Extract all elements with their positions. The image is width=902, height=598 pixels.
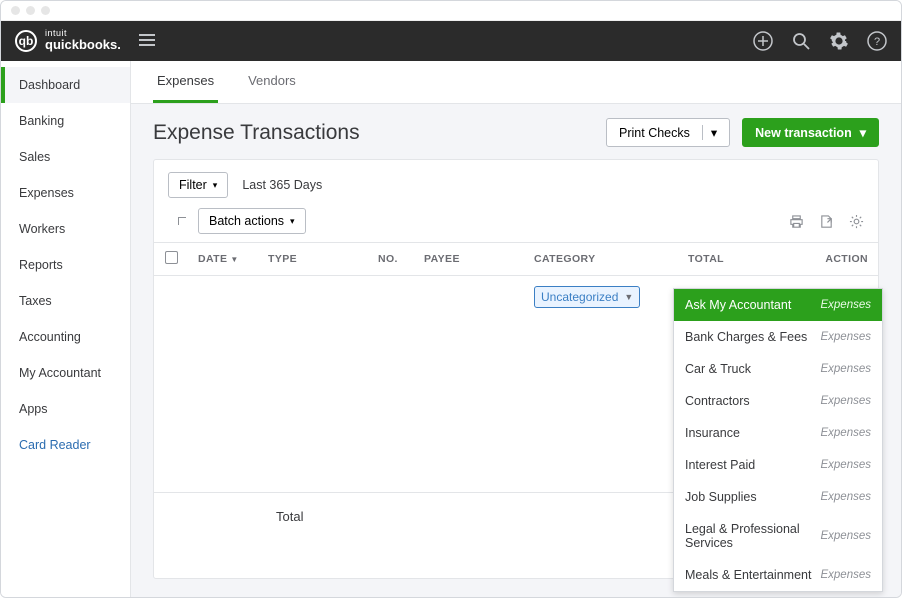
traffic-light-min[interactable] bbox=[26, 6, 35, 15]
tab-expenses[interactable]: Expenses bbox=[153, 61, 218, 103]
settings-icon[interactable] bbox=[848, 213, 864, 229]
category-dropdown: Ask My AccountantExpenses Bank Charges &… bbox=[673, 288, 883, 592]
traffic-light-max[interactable] bbox=[41, 6, 50, 15]
col-category[interactable]: CATEGORY bbox=[524, 243, 674, 276]
category-select[interactable]: Uncategorized ▼ bbox=[534, 286, 640, 308]
export-icon[interactable] bbox=[818, 213, 834, 229]
tab-vendors[interactable]: Vendors bbox=[244, 61, 300, 103]
dropdown-item-insurance[interactable]: InsuranceExpenses bbox=[674, 417, 882, 449]
window-titlebar bbox=[1, 1, 901, 21]
chevron-down-icon: ▾ bbox=[860, 125, 866, 140]
logo-icon: qb bbox=[15, 30, 37, 52]
col-total[interactable]: TOTAL bbox=[674, 243, 734, 276]
help-icon[interactable]: ? bbox=[867, 31, 887, 51]
sidebar-item-card-reader[interactable]: Card Reader bbox=[1, 427, 130, 463]
dropdown-item-meals-entertainment[interactable]: Meals & EntertainmentExpenses bbox=[674, 559, 882, 591]
print-checks-button[interactable]: Print Checks ▾ bbox=[606, 118, 730, 147]
hamburger-icon[interactable] bbox=[139, 34, 155, 49]
dropdown-item-bank-charges[interactable]: Bank Charges & FeesExpenses bbox=[674, 321, 882, 353]
sidebar-item-my-accountant[interactable]: My Accountant bbox=[1, 355, 130, 391]
page-title: Expense Transactions bbox=[153, 121, 360, 145]
traffic-light-close[interactable] bbox=[11, 6, 20, 15]
print-icon[interactable] bbox=[788, 213, 804, 229]
sort-desc-icon: ▼ bbox=[230, 255, 238, 264]
select-corner-marker bbox=[178, 217, 186, 225]
sidebar-item-banking[interactable]: Banking bbox=[1, 103, 130, 139]
app-window: qb intuit quickbooks. ? Dashboard Ba bbox=[0, 0, 902, 598]
sidebar: Dashboard Banking Sales Expenses Workers… bbox=[1, 61, 131, 597]
dropdown-item-ask-my-accountant[interactable]: Ask My AccountantExpenses bbox=[674, 289, 882, 321]
filter-button[interactable]: Filter▾ bbox=[168, 172, 228, 198]
svg-text:?: ? bbox=[874, 36, 880, 48]
col-action: ACTION bbox=[734, 243, 878, 276]
col-no[interactable]: NO. bbox=[368, 243, 414, 276]
sidebar-item-workers[interactable]: Workers bbox=[1, 211, 130, 247]
dropdown-item-legal-professional[interactable]: Legal & Professional ServicesExpenses bbox=[674, 513, 882, 559]
main-content: Expenses Vendors Expense Transactions Pr… bbox=[131, 61, 901, 597]
col-type[interactable]: TYPE bbox=[258, 243, 368, 276]
dropdown-item-job-supplies[interactable]: Job SuppliesExpenses bbox=[674, 481, 882, 513]
sidebar-item-expenses[interactable]: Expenses bbox=[1, 175, 130, 211]
top-navbar: qb intuit quickbooks. ? bbox=[1, 21, 901, 61]
add-icon[interactable] bbox=[753, 31, 773, 51]
chevron-down-icon[interactable]: ▾ bbox=[702, 125, 717, 140]
dropdown-item-car-truck[interactable]: Car & TruckExpenses bbox=[674, 353, 882, 385]
col-date[interactable]: DATE▼ bbox=[188, 243, 258, 276]
sidebar-item-sales[interactable]: Sales bbox=[1, 139, 130, 175]
filter-range-label: Last 365 Days bbox=[242, 178, 322, 192]
new-transaction-button[interactable]: New transaction ▾ bbox=[742, 118, 879, 147]
dropdown-item-contractors[interactable]: ContractorsExpenses bbox=[674, 385, 882, 417]
sidebar-item-accounting[interactable]: Accounting bbox=[1, 319, 130, 355]
dropdown-item-interest-paid[interactable]: Interest PaidExpenses bbox=[674, 449, 882, 481]
col-payee[interactable]: PAYEE bbox=[414, 243, 524, 276]
content-tabs: Expenses Vendors bbox=[131, 61, 901, 104]
brand-text: intuit quickbooks. bbox=[45, 30, 121, 52]
sidebar-item-taxes[interactable]: Taxes bbox=[1, 283, 130, 319]
transactions-panel: Filter▾ Last 365 Days Batch actions▾ bbox=[153, 159, 879, 579]
gear-icon[interactable] bbox=[829, 31, 849, 51]
batch-actions-button[interactable]: Batch actions▾ bbox=[198, 208, 306, 234]
sidebar-item-dashboard[interactable]: Dashboard bbox=[1, 67, 130, 103]
chevron-down-icon: ▼ bbox=[624, 292, 633, 302]
search-icon[interactable] bbox=[791, 31, 811, 51]
sidebar-item-apps[interactable]: Apps bbox=[1, 391, 130, 427]
sidebar-item-reports[interactable]: Reports bbox=[1, 247, 130, 283]
select-all-checkbox[interactable] bbox=[165, 251, 178, 264]
